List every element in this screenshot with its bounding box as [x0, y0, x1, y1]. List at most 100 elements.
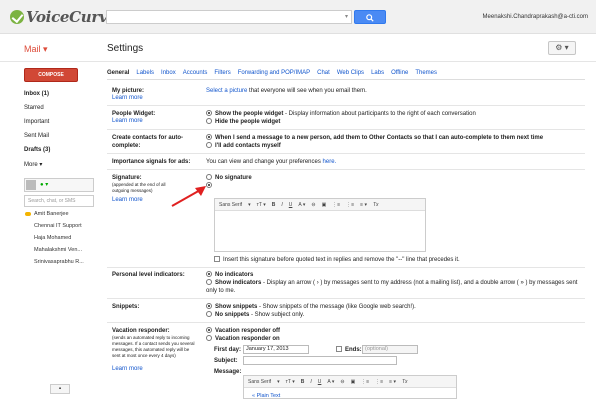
compose-button[interactable]: COMPOSE: [24, 68, 78, 82]
ends-option[interactable]: Ends:: [336, 346, 362, 354]
link-icon[interactable]: ⊖: [311, 202, 315, 208]
numbered-list-icon[interactable]: ⋮≡: [332, 202, 340, 208]
tab-inbox[interactable]: Inbox: [161, 70, 176, 76]
picture-learn-more-link[interactable]: Learn more: [112, 95, 202, 101]
settings-gear-button[interactable]: ⚙ ▾: [548, 41, 576, 55]
tab-themes[interactable]: Themes: [415, 70, 437, 76]
chat-bubble-icon[interactable]: ▪: [50, 384, 70, 394]
underline-icon[interactable]: U: [289, 202, 293, 208]
radio-icon[interactable]: [206, 327, 212, 333]
font-dropdown-icon[interactable]: ▾: [248, 202, 251, 208]
plain-text-link[interactable]: « Plain Text: [252, 393, 280, 399]
subject-input[interactable]: [243, 356, 397, 365]
signature-insert-option[interactable]: Insert this signature before quoted text…: [214, 256, 460, 264]
people-widget-option-show[interactable]: Show the people widget - Display informa…: [206, 110, 476, 118]
first-day-input[interactable]: January 17, 2013: [243, 345, 309, 354]
italic-icon[interactable]: I: [310, 379, 311, 385]
image-icon[interactable]: ▣: [322, 202, 327, 208]
bold-icon[interactable]: B: [301, 379, 305, 385]
checkbox-icon[interactable]: [214, 256, 220, 262]
radio-icon[interactable]: [206, 311, 212, 317]
text-color-icon[interactable]: A ▾: [298, 202, 305, 208]
align-icon[interactable]: ≡ ▾: [389, 379, 396, 385]
font-size-icon[interactable]: тT ▾: [286, 379, 295, 385]
snippets-option-none[interactable]: No snippets - Show subject only.: [206, 311, 304, 319]
tab-filters[interactable]: Filters: [214, 70, 230, 76]
people-widget-option-hide[interactable]: Hide the people widget: [206, 118, 280, 126]
chat-contact[interactable]: Haja Mohamed: [34, 235, 71, 241]
search-dropdown-icon[interactable]: ▾: [345, 13, 348, 20]
font-select[interactable]: Sans Serif: [248, 379, 271, 385]
voicecurve-logo[interactable]: VoiceCurve: [10, 7, 117, 27]
tab-general[interactable]: General: [107, 70, 129, 76]
radio-icon[interactable]: [206, 279, 212, 285]
indicators-option-none[interactable]: No indicators: [206, 271, 253, 279]
avatar[interactable]: [26, 180, 36, 190]
signature-option-none[interactable]: No signature: [206, 174, 252, 182]
underline-icon[interactable]: U: [318, 379, 322, 385]
vacation-option-on[interactable]: Vacation responder on: [206, 335, 280, 343]
mail-menu[interactable]: Mail ▾: [24, 44, 48, 55]
tab-forwarding[interactable]: Forwarding and POP/IMAP: [238, 70, 310, 76]
chat-contact[interactable]: Srinivasaprabhu R...: [34, 259, 84, 265]
sidebar-item-sent[interactable]: Sent Mail: [24, 133, 49, 139]
radio-icon[interactable]: [206, 118, 212, 124]
user-email[interactable]: Meenakshi.Chandraprakash@a-cti.com: [483, 14, 588, 20]
contacts-option-manual[interactable]: I'll add contacts myself: [206, 142, 281, 150]
chat-contact[interactable]: Chennai IT Support: [34, 223, 82, 229]
italic-icon[interactable]: I: [281, 202, 282, 208]
remove-formatting-icon[interactable]: Tx: [373, 202, 379, 208]
tab-labs[interactable]: Labs: [371, 70, 384, 76]
checkbox-icon[interactable]: [336, 346, 342, 352]
tab-web-clips[interactable]: Web Clips: [337, 70, 364, 76]
divider: [107, 169, 585, 170]
sidebar-item-drafts[interactable]: Drafts (3): [24, 147, 50, 153]
sidebar-item-more[interactable]: More ▾: [24, 161, 42, 168]
font-dropdown-icon[interactable]: ▾: [277, 379, 280, 385]
sidebar-item-important[interactable]: Important: [24, 119, 49, 125]
radio-icon[interactable]: [206, 142, 212, 148]
signature-label: Signature:: [112, 175, 142, 181]
remove-formatting-icon[interactable]: Tx: [402, 379, 408, 385]
image-icon[interactable]: ▣: [351, 379, 356, 385]
indicators-option-show[interactable]: Show indicators - Display an arrow ( › )…: [206, 279, 578, 295]
bullet-list-icon[interactable]: ⋮≡: [346, 202, 354, 208]
ends-input[interactable]: (optional): [362, 345, 418, 354]
snippets-option-show[interactable]: Show snippets - Show snippets of the mes…: [206, 303, 416, 311]
people-widget-learn-more-link[interactable]: Learn more: [112, 118, 202, 124]
tab-accounts[interactable]: Accounts: [183, 70, 208, 76]
message-toolbar: Sans Serif ▾ тT ▾ B I U A ▾ ⊖ ▣ ⋮≡ ⋮≡ ≡ …: [244, 376, 456, 388]
signature-editor[interactable]: Sans Serif ▾ тT ▾ B I U A ▾ ⊖ ▣ ⋮≡ ⋮≡ ≡ …: [214, 198, 426, 252]
sidebar-item-starred[interactable]: Starred: [24, 105, 44, 111]
tab-offline[interactable]: Offline: [391, 70, 408, 76]
search-button[interactable]: [354, 10, 386, 24]
sidebar-item-inbox[interactable]: Inbox (1): [24, 91, 49, 97]
radio-icon[interactable]: [206, 110, 212, 116]
search-input[interactable]: ▾: [106, 10, 352, 24]
chat-status-indicator[interactable]: ● ▾: [40, 181, 48, 188]
chat-search-input[interactable]: Search, chat, or SMS: [24, 195, 94, 207]
font-select[interactable]: Sans Serif: [219, 202, 242, 208]
font-size-icon[interactable]: тT ▾: [257, 202, 266, 208]
importance-here-link[interactable]: here.: [323, 159, 337, 165]
radio-icon[interactable]: [206, 271, 212, 277]
contacts-option-auto[interactable]: When I send a message to a new person, a…: [206, 134, 543, 142]
vacation-option-off[interactable]: Vacation responder off: [206, 327, 280, 335]
tab-chat[interactable]: Chat: [317, 70, 330, 76]
text-color-icon[interactable]: A ▾: [327, 379, 334, 385]
tab-labels[interactable]: Labels: [136, 70, 154, 76]
vacation-learn-more-link[interactable]: Learn more: [112, 366, 202, 372]
chat-contact[interactable]: Mahalakshmi Ven...: [34, 247, 82, 253]
link-icon[interactable]: ⊖: [340, 379, 344, 385]
radio-icon[interactable]: [206, 303, 212, 309]
radio-icon[interactable]: [206, 335, 212, 341]
numbered-list-icon[interactable]: ⋮≡: [361, 379, 369, 385]
radio-icon[interactable]: [206, 134, 212, 140]
picture-setting: Select a picture that everyone will see …: [206, 87, 367, 95]
bullet-list-icon[interactable]: ⋮≡: [375, 379, 383, 385]
chat-contact[interactable]: Amit Banerjee: [34, 211, 69, 217]
bold-icon[interactable]: B: [272, 202, 276, 208]
align-icon[interactable]: ≡ ▾: [360, 202, 367, 208]
radio-icon[interactable]: [206, 174, 212, 180]
select-picture-link[interactable]: Select a picture: [206, 88, 247, 94]
